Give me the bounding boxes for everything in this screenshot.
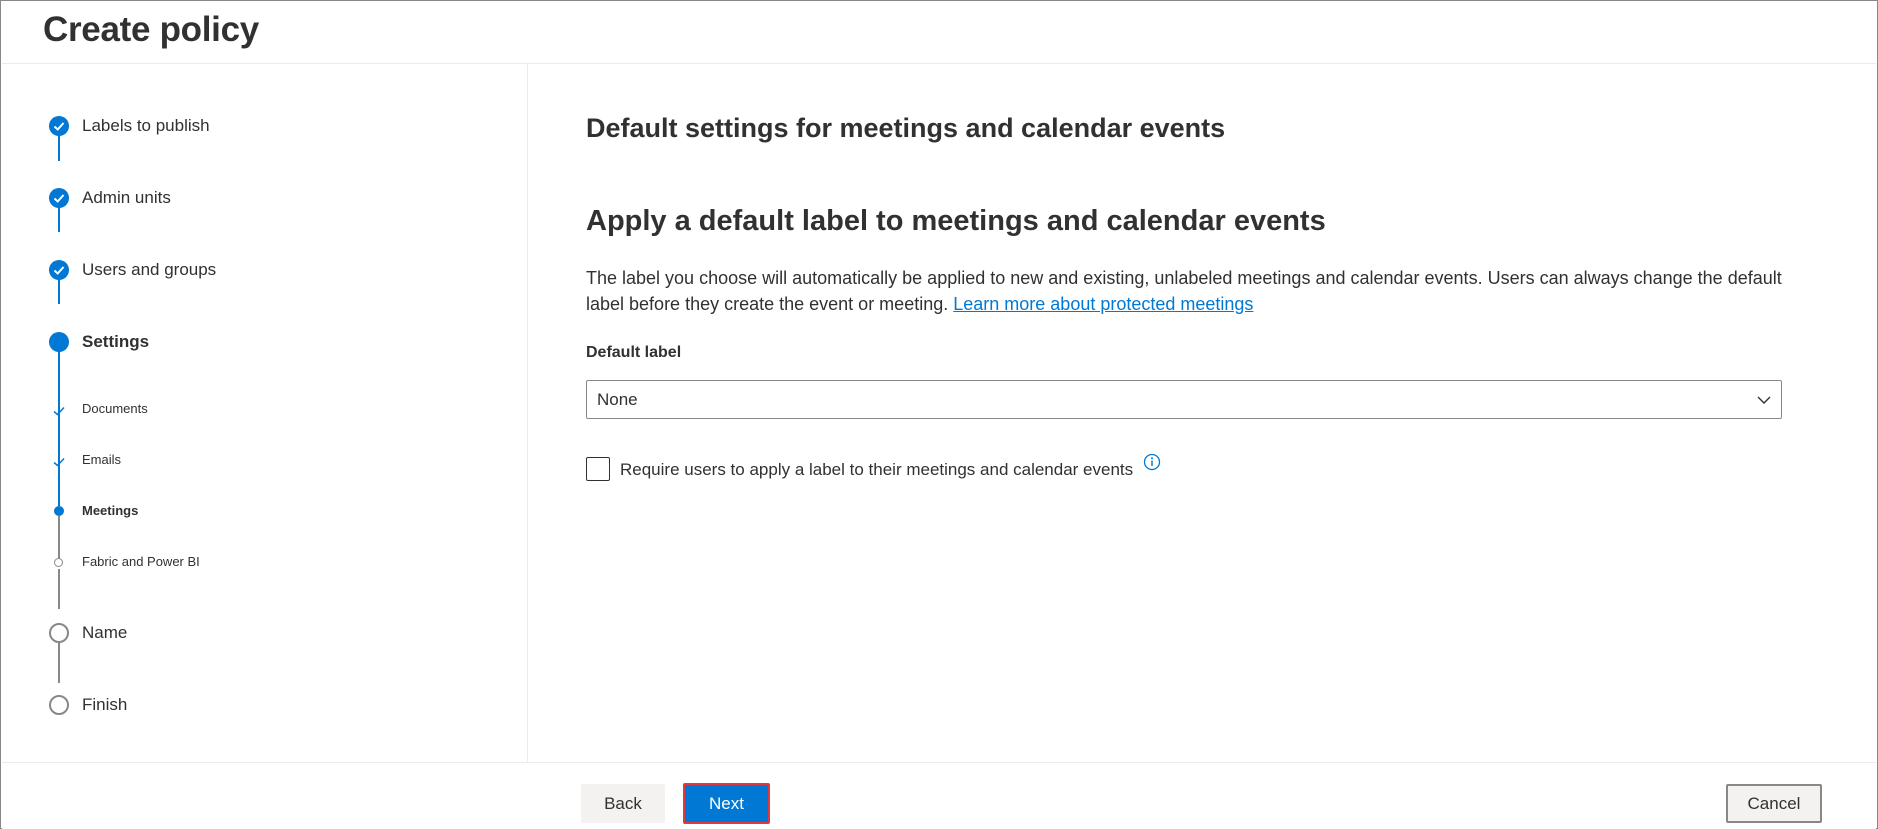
step-admin-units[interactable]: Admin units	[82, 188, 171, 208]
step-connector	[58, 338, 60, 506]
substep-pending-icon	[54, 558, 63, 567]
cancel-button[interactable]: Cancel	[1726, 784, 1822, 823]
step-connector	[58, 516, 60, 561]
substep-documents[interactable]: Documents	[82, 401, 148, 416]
step-connector	[58, 641, 60, 683]
section-heading: Apply a default label to meetings and ca…	[586, 205, 1326, 237]
substep-fabric-power-bi[interactable]: Fabric and Power BI	[82, 554, 200, 569]
step-pending-icon	[49, 623, 69, 643]
default-label-dropdown[interactable]: None	[586, 380, 1782, 419]
step-connector	[58, 569, 60, 609]
step-settings[interactable]: Settings	[82, 332, 149, 352]
substep-emails[interactable]: Emails	[82, 452, 121, 467]
step-completed-icon	[49, 260, 69, 280]
require-label-checkbox[interactable]	[586, 457, 610, 481]
default-label-field-label: Default label	[586, 344, 682, 361]
substep-meetings[interactable]: Meetings	[82, 503, 138, 518]
main-content: Default settings for meetings and calend…	[529, 64, 1876, 762]
header: Create policy	[2, 2, 1876, 64]
substep-current-icon	[54, 506, 64, 516]
default-label-value: None	[597, 390, 638, 409]
learn-more-link[interactable]: Learn more about protected meetings	[953, 294, 1253, 314]
substep-completed-icon	[53, 457, 65, 467]
step-labels-to-publish[interactable]: Labels to publish	[82, 116, 210, 136]
page-title: Create policy	[43, 10, 259, 49]
step-current-icon	[49, 332, 69, 352]
next-button[interactable]: Next	[683, 783, 770, 824]
step-finish[interactable]: Finish	[82, 695, 127, 715]
create-policy-window: Create policy Labels to publish Admin un…	[0, 0, 1878, 829]
page-heading: Default settings for meetings and calend…	[586, 113, 1226, 143]
description: The label you choose will automatically …	[586, 265, 1786, 317]
require-label-checkbox-label[interactable]: Require users to apply a label to their …	[620, 460, 1133, 480]
step-name[interactable]: Name	[82, 623, 127, 643]
back-button[interactable]: Back	[581, 784, 665, 823]
chevron-down-icon	[1757, 396, 1771, 404]
step-users-and-groups[interactable]: Users and groups	[82, 260, 216, 280]
substep-completed-icon	[53, 406, 65, 416]
footer-bar: Back Next Cancel	[2, 762, 1876, 829]
wizard-steps-panel: Labels to publish Admin units Users and …	[2, 64, 528, 762]
step-completed-icon	[49, 188, 69, 208]
step-completed-icon	[49, 116, 69, 136]
step-pending-icon	[49, 695, 69, 715]
info-icon[interactable]	[1143, 453, 1161, 471]
